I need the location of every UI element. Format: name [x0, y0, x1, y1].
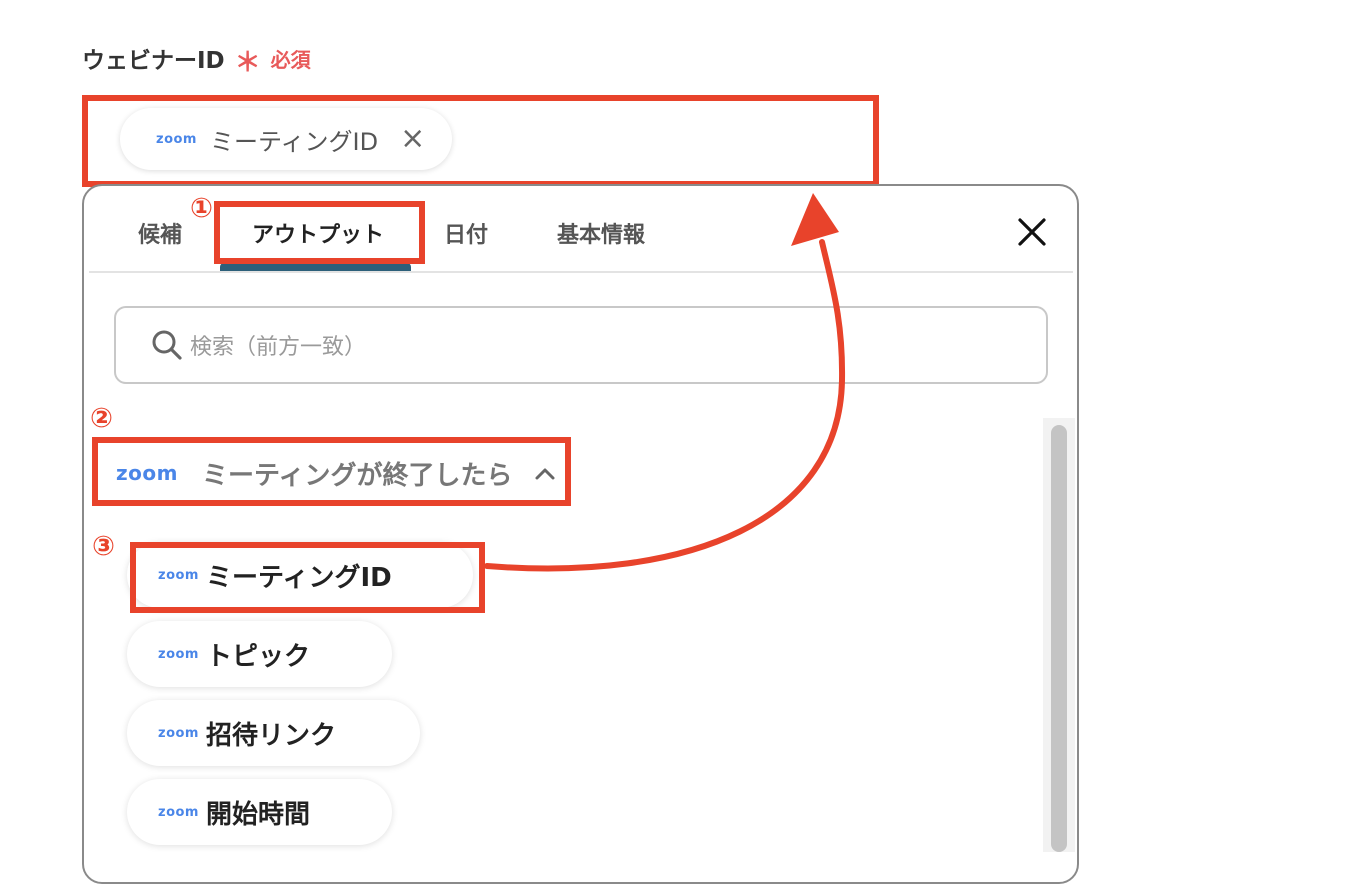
output-item-invite-link[interactable]: zoom 招待リンク [127, 700, 420, 766]
zoom-logo-icon: zoom [158, 646, 199, 662]
required-asterisk: ＊ [234, 47, 261, 78]
token-remove-icon[interactable]: × [400, 124, 425, 154]
zoom-logo-icon: zoom [156, 131, 197, 147]
annotation-badge-3: ③ [92, 531, 115, 562]
output-item-label: トピック [206, 641, 311, 672]
output-item-label: 招待リンク [206, 720, 337, 751]
required-text: 必須 [270, 47, 311, 72]
search-placeholder: 検索（前方一致） [190, 335, 367, 360]
zoom-logo-icon: zoom [158, 804, 199, 820]
search-input[interactable]: 検索（前方一致） [114, 306, 1048, 384]
zoom-logo-icon: zoom [158, 725, 199, 741]
field-label: ウェビナーID ＊ 必須 [82, 40, 311, 78]
tab-basic-info[interactable]: 基本情報 [557, 217, 645, 248]
search-icon [150, 328, 184, 362]
tab-divider [89, 271, 1073, 273]
tab-date[interactable]: 日付 [444, 217, 488, 248]
trigger-group-header[interactable]: zoom ミーティングが終了したら [110, 448, 556, 498]
tab-output[interactable]: アウトプット [252, 217, 384, 248]
output-item-start-time[interactable]: zoom 開始時間 [127, 779, 392, 845]
output-item-label: ミーティングID [206, 562, 392, 593]
token-label: ミーティングID [210, 127, 379, 156]
output-item-topic[interactable]: zoom トピック [127, 621, 392, 687]
tab-candidates[interactable]: 候補 [138, 217, 182, 248]
zoom-logo-icon: zoom [158, 567, 199, 583]
output-item-meeting-id[interactable]: zoom ミーティングID [127, 542, 473, 608]
output-item-label: 開始時間 [206, 799, 311, 830]
active-tab-indicator [220, 263, 411, 271]
close-icon[interactable] [1012, 212, 1052, 252]
trigger-group-title: ミーティングが終了したら [202, 460, 513, 491]
annotation-badge-1: ① [190, 193, 213, 224]
field-label-text: ウェビナーID [82, 48, 225, 74]
selected-token[interactable]: zoom ミーティングID × [120, 108, 452, 170]
zoom-logo-icon: zoom [116, 461, 178, 485]
scrollbar-thumb[interactable] [1051, 425, 1067, 852]
annotation-badge-2: ② [90, 403, 113, 434]
chevron-up-icon[interactable] [534, 465, 556, 481]
